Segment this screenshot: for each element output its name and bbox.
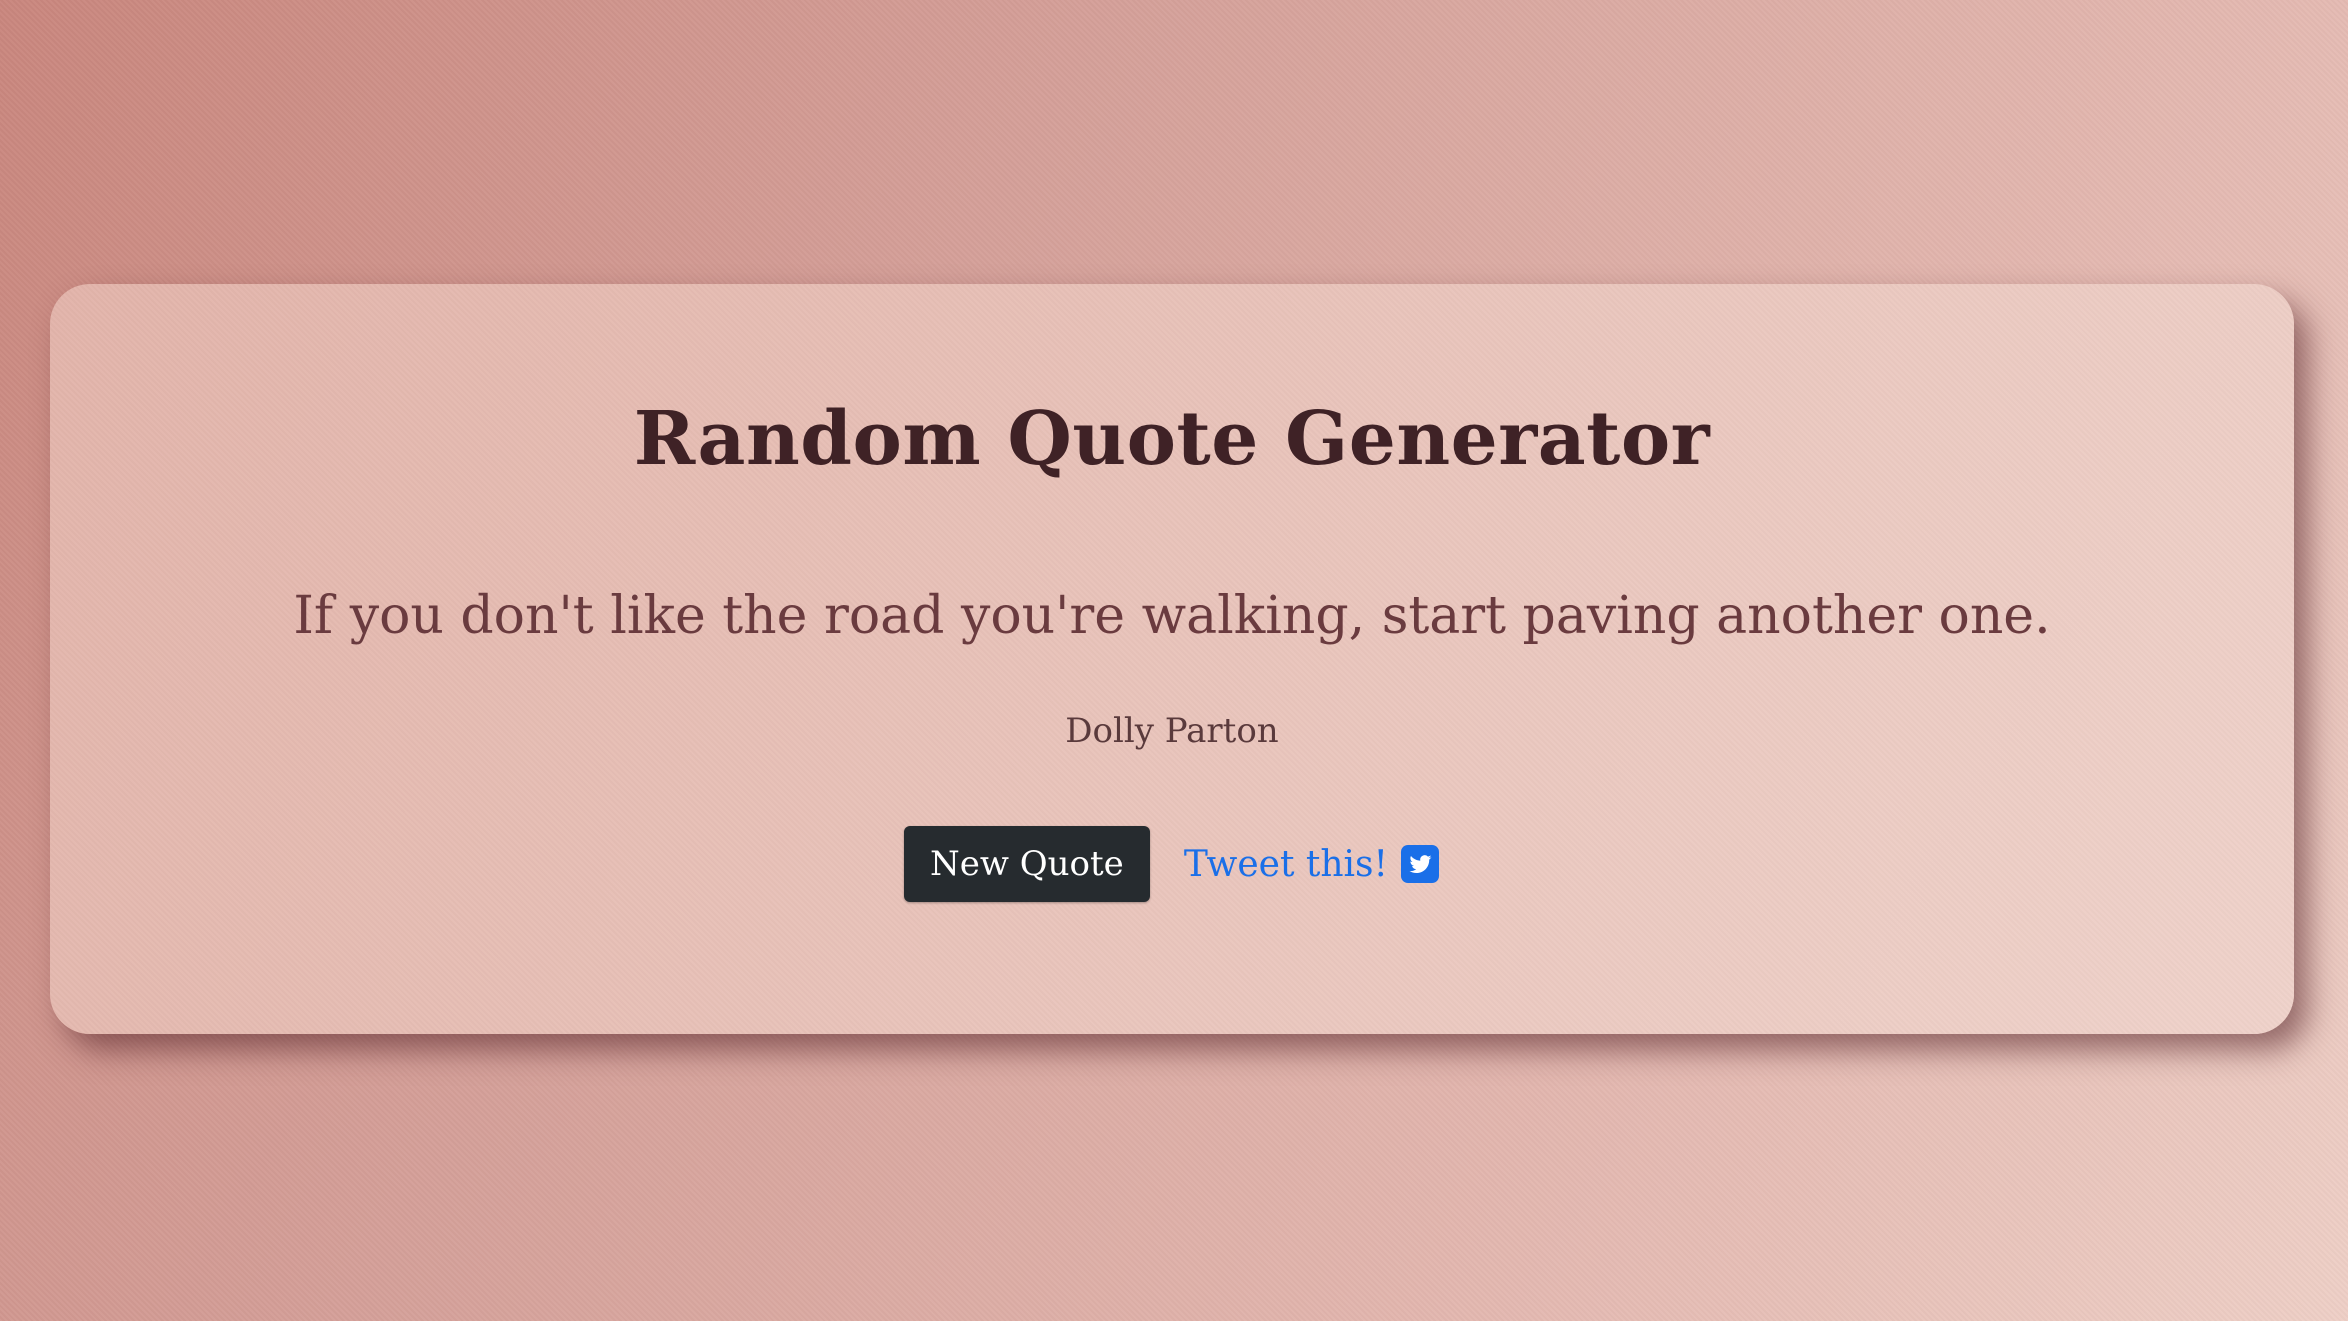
page-title: Random Quote Generator	[633, 396, 1711, 482]
tweet-link-label: Tweet this!	[1183, 843, 1388, 885]
tweet-link[interactable]: Tweet this!	[1184, 844, 1440, 885]
actions-row: New Quote Tweet this!	[50, 826, 2294, 902]
twitter-square-icon	[1400, 844, 1440, 884]
quote-card: Random Quote Generator If you don't like…	[50, 284, 2294, 1034]
new-quote-button[interactable]: New Quote	[904, 826, 1150, 902]
quote-author: Dolly Parton	[1065, 711, 1279, 751]
quote-text: If you don't like the road you're walkin…	[293, 586, 2051, 646]
